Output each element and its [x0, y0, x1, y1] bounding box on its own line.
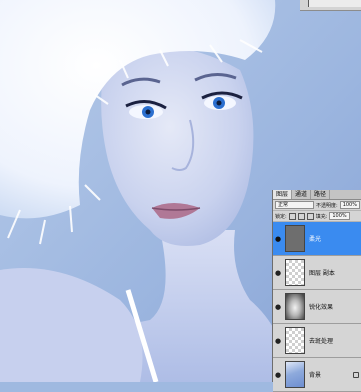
lock-row: 锁定: 填充: 100%	[273, 211, 361, 222]
layer-thumbnail	[285, 225, 305, 252]
layer-row[interactable]: ● 柔光	[273, 222, 361, 256]
lock-transparency-icon[interactable]	[288, 212, 296, 220]
eye-icon[interactable]: ●	[273, 371, 283, 379]
layer-name: 去斑处理	[309, 338, 334, 345]
tab-channels[interactable]: 通道	[292, 190, 312, 199]
layer-name: 图层 副本	[309, 270, 335, 277]
layer-row[interactable]: ● 背景	[273, 358, 361, 392]
blend-row: 正常 不透明度: 100%	[273, 200, 361, 211]
layer-name: 背景	[309, 372, 322, 379]
eye-icon[interactable]: ●	[273, 337, 283, 345]
layer-thumbnail	[285, 327, 305, 354]
lock-position-icon[interactable]	[306, 212, 314, 220]
opacity-field[interactable]: 100%	[339, 201, 360, 209]
layer-row[interactable]: ● 锐化效果	[273, 290, 361, 324]
eye-icon[interactable]: ●	[273, 235, 283, 243]
layer-row[interactable]: ● 去斑处理	[273, 324, 361, 358]
lock-pixels-icon[interactable]	[297, 212, 305, 220]
top-toolbar-strip	[300, 0, 361, 11]
layer-name: 锐化效果	[309, 304, 334, 311]
blend-mode-select[interactable]: 正常	[275, 201, 314, 209]
lock-label: 锁定:	[275, 213, 287, 220]
layer-name: 柔光	[309, 236, 322, 243]
lock-icon	[353, 371, 359, 378]
layer-row[interactable]: ● 图层 副本	[273, 256, 361, 290]
tab-paths[interactable]: 路径	[311, 190, 331, 199]
opacity-label: 不透明度:	[316, 202, 338, 209]
fill-field[interactable]: 100%	[329, 212, 350, 220]
layer-thumbnail	[285, 259, 305, 286]
tab-layers[interactable]: 图层	[273, 190, 293, 199]
fill-label: 填充:	[315, 213, 328, 220]
eye-icon[interactable]: ●	[273, 303, 283, 311]
panel-tabs: 图层 通道 路径	[273, 190, 361, 200]
layer-thumbnail	[285, 293, 305, 320]
layers-panel: 图层 通道 路径 正常 不透明度: 100% 锁定: 填充: 100% ● 柔光…	[272, 190, 361, 392]
layer-thumbnail	[285, 361, 305, 388]
toolbar-well	[308, 0, 361, 7]
eye-icon[interactable]: ●	[273, 269, 283, 277]
